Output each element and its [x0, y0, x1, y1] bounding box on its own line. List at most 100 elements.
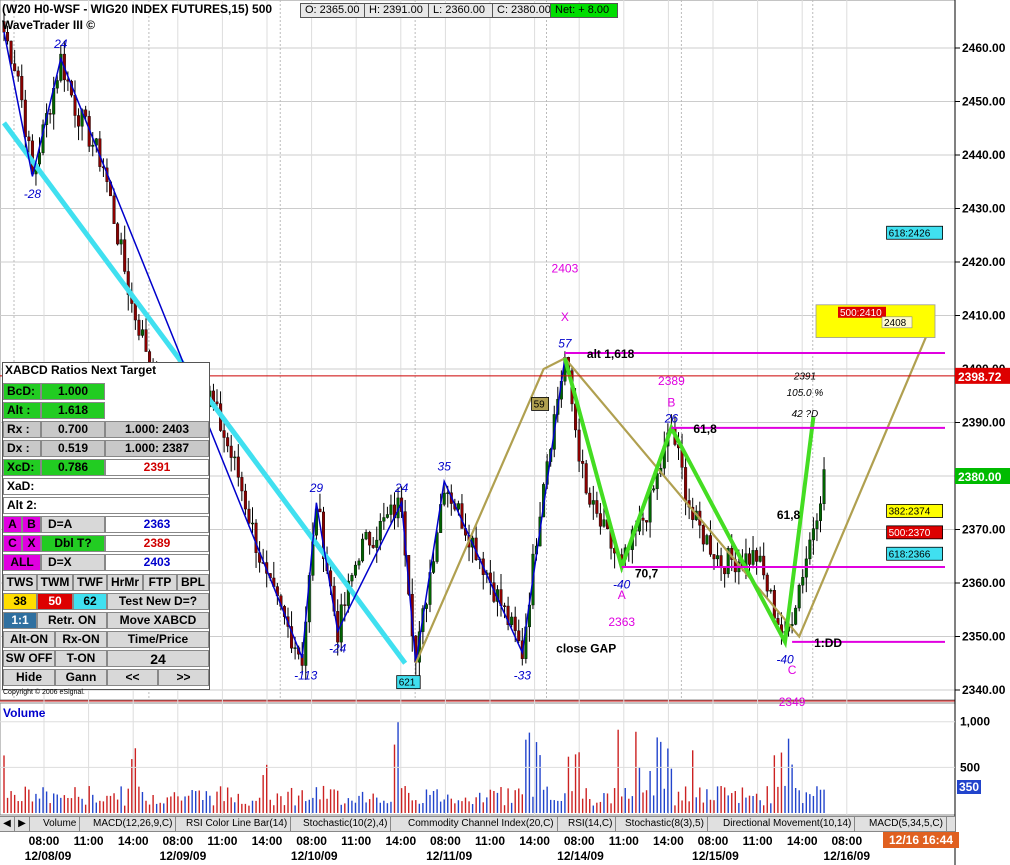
b-button[interactable]: B — [22, 516, 41, 533]
fib-62-button[interactable]: 62 — [73, 593, 107, 610]
tab-rsi-color-line-bar[interactable]: RSI Color Line Bar(14) — [183, 817, 292, 831]
alt2-label: Alt 2: — [3, 497, 209, 514]
t-on-button[interactable]: T-ON — [55, 650, 107, 667]
wave-label: 70,7 — [635, 567, 659, 581]
fib-50-button[interactable]: 50 — [37, 593, 73, 610]
candle-body — [765, 574, 769, 592]
tab-macd-5-34[interactable]: MACD(5,34,5,C) — [866, 817, 947, 831]
wave-label: 2363 — [608, 615, 635, 629]
time-tick-label: 11:00 — [207, 834, 237, 848]
twm-button[interactable]: TWM — [37, 574, 73, 591]
candle-body — [819, 503, 823, 521]
boxed-level-label: 621 — [399, 678, 416, 689]
candle-body — [116, 223, 120, 245]
wave-label: close GAP — [556, 642, 616, 656]
x-button[interactable]: X — [22, 535, 41, 552]
time-price-button[interactable]: Time/Price — [107, 631, 209, 648]
c-button[interactable]: C — [3, 535, 22, 552]
bcd-value: 1.000 — [41, 383, 105, 400]
ftp-button[interactable]: FTP — [143, 574, 177, 591]
candle-body — [133, 303, 137, 321]
candle-body — [77, 115, 81, 127]
tab-commodity-channel-index[interactable]: Commodity Channel Index(20,C) — [405, 817, 558, 831]
wave-label: -24 — [329, 642, 347, 656]
alt-on-button[interactable]: Alt-ON — [3, 631, 55, 648]
sw-off-button[interactable]: SW OFF — [3, 650, 55, 667]
next-button[interactable]: >> — [158, 669, 209, 686]
previous-button[interactable]: << — [107, 669, 158, 686]
time-tick-label: 08:00 — [698, 834, 729, 848]
twf-button[interactable]: TWF — [73, 574, 107, 591]
tab-stochastic-10[interactable]: Stochastic(10(2),4) — [300, 817, 392, 831]
tab-volume[interactable]: Volume — [40, 817, 81, 831]
tab-macd[interactable]: MACD(12,26,9,C) — [90, 817, 177, 831]
candle-body — [581, 460, 585, 464]
candle-body — [112, 195, 116, 224]
tab-directional-movement[interactable]: Directional Movement(10,14) — [720, 817, 856, 831]
candle-body — [815, 520, 819, 529]
date-tick-label: 12/15/09 — [692, 849, 739, 863]
candle-body — [382, 517, 386, 522]
a-button[interactable]: A — [3, 516, 22, 533]
d-point-label: 42 ?D — [792, 409, 819, 420]
candle-body — [236, 456, 240, 478]
d-equals-a-value: 2363 — [105, 516, 209, 533]
all-button[interactable]: ALL — [3, 554, 41, 571]
copyright-notice: Copyright © 2006 eSignal. — [3, 689, 85, 696]
candle-body — [38, 152, 42, 165]
xad-label: XaD: — [3, 478, 209, 495]
ratio-1-1-button[interactable]: 1:1 — [3, 612, 37, 629]
move-xabcd-button[interactable]: Move XABCD — [107, 612, 209, 629]
candle-body — [503, 605, 507, 607]
current-time-badge: 12/16 16:44 — [883, 832, 959, 848]
d-equals-x-button[interactable]: D=X — [41, 554, 105, 571]
volume-tick-label: 1,000 — [960, 715, 990, 729]
date-tick-label: 12/14/09 — [557, 849, 604, 863]
candle-body — [222, 430, 226, 438]
retracement-on-button[interactable]: Retr. ON — [37, 612, 107, 629]
candle-body — [55, 80, 59, 89]
scroll-right-icon[interactable]: ▶ — [15, 817, 30, 831]
d-equals-x-value: 2403 — [105, 554, 209, 571]
tws-button[interactable]: TWS — [3, 574, 37, 591]
hide-button[interactable]: Hide — [3, 669, 55, 686]
xabcd-panel: XABCD Ratios Next Target BcD: 1.000 Alt … — [2, 362, 210, 690]
gann-button[interactable]: Gann — [55, 669, 107, 686]
net-change-value: Net: + 8.00 — [550, 3, 618, 18]
time-tick-label: 08:00 — [162, 834, 193, 848]
low-value: L: 2360.00 — [428, 3, 496, 18]
double-top-button[interactable]: Dbl T? — [41, 535, 105, 552]
hrmr-button[interactable]: HrMr — [107, 574, 143, 591]
fib-38-button[interactable]: 38 — [3, 593, 37, 610]
time-tick-label: 14:00 — [385, 834, 416, 848]
close-value: C: 2380.00 — [492, 3, 556, 18]
candle-body — [148, 351, 152, 363]
time-tick-label: 11:00 — [743, 834, 773, 848]
candle-body — [510, 616, 514, 625]
candle-body — [591, 500, 595, 505]
wave-label: 24 — [53, 37, 68, 51]
scroll-left-icon[interactable]: ◀ — [0, 817, 15, 831]
level-label: alt 1,618 — [587, 347, 635, 361]
date-tick-label: 12/08/09 — [25, 849, 72, 863]
d-equals-a-button[interactable]: D=A — [41, 516, 105, 533]
candle-body — [705, 535, 709, 545]
candle-body — [602, 519, 606, 527]
time-tick-label: 14:00 — [653, 834, 684, 848]
tab-rsi[interactable]: RSI(14,C) — [565, 817, 617, 831]
candle-body — [375, 539, 379, 548]
rx-on-button[interactable]: Rx-ON — [55, 631, 107, 648]
candle-body — [123, 239, 127, 272]
wave-label: 29 — [309, 481, 324, 495]
bpl-button[interactable]: BPL — [177, 574, 209, 591]
target-zone-top-label: 500:2410 — [840, 308, 882, 319]
candle-body — [84, 109, 88, 117]
rx-target: 1.000: 2403 — [105, 421, 209, 438]
price-tick-label: 2450.00 — [962, 95, 1006, 109]
boxed-level-label: 382:2374 — [889, 506, 931, 517]
tab-stochastic-8[interactable]: Stochastic(8(3),5) — [622, 817, 708, 831]
wave-label: 2349 — [779, 695, 806, 709]
test-new-d-button[interactable]: Test New D=? — [107, 593, 209, 610]
candle-body — [119, 239, 123, 245]
xcd-label: XcD: — [3, 459, 41, 476]
